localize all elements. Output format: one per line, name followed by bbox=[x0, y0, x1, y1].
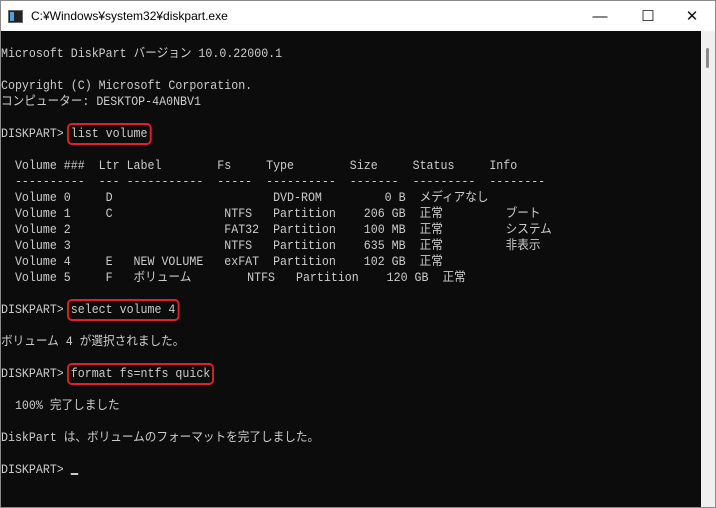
computer-line: コンピューター: DESKTOP-4A0NBV1 bbox=[1, 95, 201, 109]
text-cursor bbox=[70, 473, 79, 475]
table-separator: ---------- --- ----------- ----- -------… bbox=[1, 175, 546, 189]
command-list-volume: list volume bbox=[67, 123, 152, 145]
maximize-button[interactable]: ☐ bbox=[625, 1, 671, 31]
prompt: DISKPART> bbox=[1, 303, 71, 317]
table-row: Volume 0 D DVD-ROM 0 B メディアなし bbox=[1, 191, 489, 205]
diskpart-window: C:¥Windows¥system32¥diskpart.exe — ☐ ✕ M… bbox=[0, 0, 716, 508]
select-message: ボリューム 4 が選択されました。 bbox=[1, 335, 185, 349]
progress-line: 100% 完了しました bbox=[1, 399, 120, 413]
table-row: Volume 1 C NTFS Partition 206 GB 正常 ブート bbox=[1, 207, 541, 221]
window-title: C:¥Windows¥system32¥diskpart.exe bbox=[31, 9, 228, 23]
prompt: DISKPART> bbox=[1, 463, 71, 477]
console-app-icon bbox=[8, 9, 23, 23]
format-complete-message: DiskPart は、ボリュームのフォーマットを完了しました。 bbox=[1, 431, 320, 445]
table-row: Volume 5 F ボリューム NTFS Partition 120 GB 正… bbox=[1, 271, 466, 285]
prompt: DISKPART> bbox=[1, 367, 71, 381]
copyright-line: Copyright (C) Microsoft Corporation. bbox=[1, 79, 253, 93]
console-output[interactable]: Microsoft DiskPart バージョン 10.0.22000.1 Co… bbox=[1, 31, 701, 507]
minimize-button[interactable]: — bbox=[577, 1, 623, 31]
table-row: Volume 2 FAT32 Partition 100 MB 正常 システム bbox=[1, 223, 552, 237]
prompt: DISKPART> bbox=[1, 127, 71, 141]
table-row: Volume 4 E NEW VOLUME exFAT Partition 10… bbox=[1, 255, 443, 269]
vertical-scrollbar[interactable] bbox=[701, 31, 715, 507]
table-header: Volume ### Ltr Label Fs Type Size Status… bbox=[1, 159, 518, 173]
scrollbar-thumb[interactable] bbox=[706, 48, 709, 68]
table-row: Volume 3 NTFS Partition 635 MB 正常 非表示 bbox=[1, 239, 541, 253]
close-button[interactable]: ✕ bbox=[669, 1, 715, 31]
command-format: format fs=ntfs quick bbox=[67, 363, 215, 385]
version-line: Microsoft DiskPart バージョン 10.0.22000.1 bbox=[1, 47, 283, 61]
command-select-volume: select volume 4 bbox=[67, 299, 180, 321]
title-bar[interactable]: C:¥Windows¥system32¥diskpart.exe — ☐ ✕ bbox=[1, 1, 715, 31]
